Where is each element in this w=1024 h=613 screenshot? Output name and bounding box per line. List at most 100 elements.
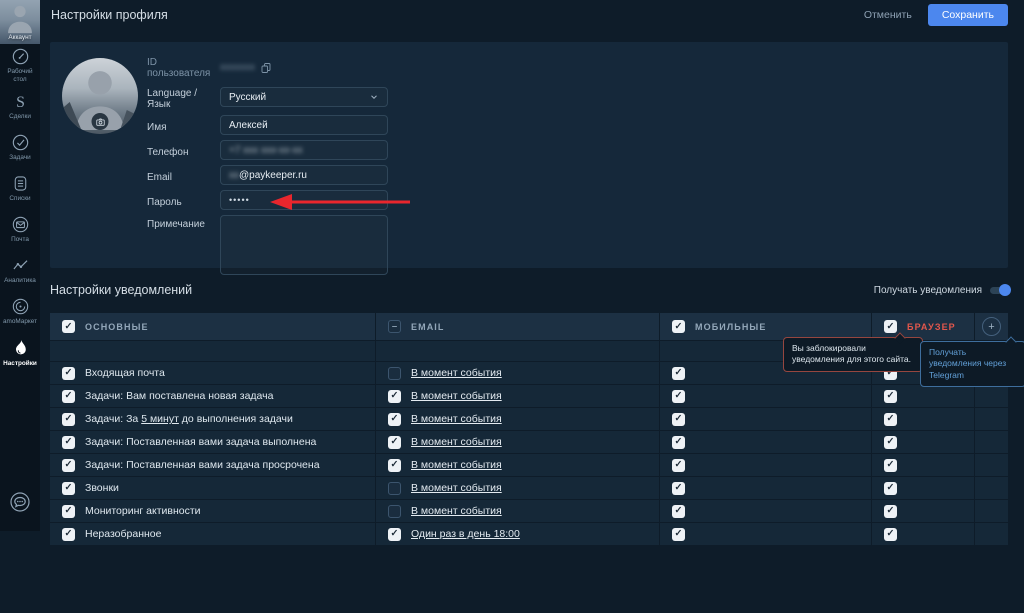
email-mode-link[interactable]: В момент события [411, 482, 502, 494]
sidebar-item-mail[interactable]: Почта [0, 209, 40, 249]
column-checkbox-main[interactable]: ✓ [62, 320, 75, 333]
email-mode-link[interactable]: В момент события [411, 413, 502, 425]
language-value: Русский [229, 92, 266, 103]
checkbox[interactable]: ✓ [388, 459, 401, 472]
checkbox[interactable] [388, 505, 401, 518]
support-chat-icon [8, 490, 32, 514]
form-row-phone: Телефон +7 xxx xxx-xx-xx [147, 140, 388, 160]
topbar: Настройки профиля Отменить Сохранить [40, 0, 1024, 30]
checkbox[interactable] [388, 367, 401, 380]
checkbox[interactable]: ✓ [672, 413, 685, 426]
table-row: ✓Мониторинг активностиВ момент события✓✓ [50, 500, 1008, 523]
save-button[interactable]: Сохранить [928, 4, 1008, 26]
row-label: Задачи: Поставленная вами задача просроч… [85, 459, 320, 471]
cancel-button[interactable]: Отменить [864, 9, 912, 21]
column-checkbox-email[interactable]: – [388, 320, 401, 333]
checkbox[interactable]: ✓ [62, 459, 75, 472]
checkbox[interactable]: ✓ [62, 505, 75, 518]
table-row: ✓Задачи: Поставленная вами задача выполн… [50, 431, 1008, 454]
email-mode-link[interactable]: Один раз в день 18:00 [411, 528, 520, 540]
checkbox[interactable]: ✓ [884, 413, 897, 426]
name-value: Алексей [229, 120, 268, 131]
checkbox[interactable]: ✓ [672, 367, 685, 380]
phone-input[interactable]: +7 xxx xxx-xx-xx [220, 140, 388, 160]
notifications-header: Настройки уведомлений Получать уведомлен… [50, 283, 1008, 297]
change-photo-button[interactable] [92, 113, 109, 130]
mail-icon [10, 214, 31, 235]
add-column-button[interactable]: + [982, 317, 1001, 336]
sidebar-item-account[interactable]: Аккаунт [0, 0, 40, 44]
email-mode-link[interactable]: В момент события [411, 390, 502, 402]
email-mode-link[interactable]: В момент события [411, 436, 502, 448]
copy-icon[interactable] [260, 62, 272, 74]
sidebar-item-tasks[interactable]: Задачи [0, 127, 40, 167]
checkbox[interactable]: ✓ [62, 390, 75, 403]
checkbox[interactable]: ✓ [672, 390, 685, 403]
note-textarea[interactable] [220, 215, 388, 275]
checkbox[interactable]: ✓ [884, 459, 897, 472]
checkbox[interactable]: ✓ [672, 528, 685, 541]
email-input[interactable]: xx @paykeeper.ru [220, 165, 388, 185]
checkbox[interactable]: ✓ [62, 482, 75, 495]
sidebar-item-settings[interactable]: Настройки [0, 332, 40, 372]
checkbox[interactable]: ✓ [388, 390, 401, 403]
column-checkbox-browser[interactable]: ✓ [884, 320, 897, 333]
checkbox[interactable]: ✓ [672, 505, 685, 518]
support-chat-button[interactable] [8, 490, 32, 519]
row-label: Звонки [85, 482, 119, 494]
checkbox[interactable]: ✓ [672, 459, 685, 472]
row-label: Входящая почта [85, 367, 165, 379]
email-mode-link[interactable]: В момент события [411, 367, 502, 379]
checkbox[interactable]: ✓ [388, 528, 401, 541]
table-row: ✓ Задачи: Вам поставлена новая задача ✓ В м… [50, 385, 1008, 408]
analytics-icon [10, 255, 31, 276]
sidebar-item-label: Аналитика [4, 277, 36, 285]
checkbox[interactable]: ✓ [672, 436, 685, 449]
sidebar-item-lists[interactable]: Списки [0, 168, 40, 208]
profile-panel: ID пользователя xxxxxxx Language / Язык … [50, 42, 1008, 268]
row-label-link[interactable]: 5 минут [141, 413, 179, 425]
row-label: Задачи: Вам поставлена новая задача [85, 390, 273, 402]
checkbox[interactable]: ✓ [62, 413, 75, 426]
checkbox[interactable]: ✓ [388, 413, 401, 426]
sidebar-item-deals[interactable]: S Сделки [0, 86, 40, 126]
checkbox[interactable]: ✓ [672, 482, 685, 495]
form-row-note: Примечание [147, 215, 388, 275]
notifications-title: Настройки уведомлений [50, 283, 192, 297]
checkbox[interactable]: ✓ [884, 390, 897, 403]
notification-rows: ✓Входящая почтаВ момент события✓✓✓Задачи… [50, 362, 1008, 546]
checkbox[interactable]: ✓ [884, 482, 897, 495]
checkbox[interactable]: ✓ [62, 436, 75, 449]
main-area: Настройки профиля Отменить Сохранить ID … [40, 0, 1024, 531]
dashboard-gauge-icon [10, 46, 31, 67]
user-id-value: xxxxxxx [220, 62, 255, 73]
email-mode-link[interactable]: В момент события [411, 505, 502, 517]
notifications-toggle[interactable] [990, 287, 1008, 294]
language-select[interactable]: Русский [220, 87, 388, 107]
checkbox[interactable]: ✓ [884, 505, 897, 518]
checkbox[interactable]: ✓ [884, 528, 897, 541]
checkbox[interactable]: ✓ [62, 367, 75, 380]
tooltip-text: Вы заблокировали уведомления для этого с… [792, 343, 911, 364]
email-label: Email [147, 168, 220, 183]
phone-label: Телефон [147, 143, 220, 158]
deals-s-icon: S [10, 91, 31, 112]
checkbox[interactable] [388, 482, 401, 495]
name-input[interactable]: Алексей [220, 115, 388, 135]
checkbox[interactable]: ✓ [62, 528, 75, 541]
tooltip-text: Получать уведомления через Telegram [929, 347, 1006, 380]
sidebar: Аккаунт Рабочий стол S Сделки Задачи Спи… [0, 0, 40, 531]
form-row-language: Language / Язык Русский [147, 84, 388, 110]
sidebar-item-label: Задачи [9, 154, 30, 162]
sidebar-item-analytics[interactable]: Аналитика [0, 250, 40, 290]
password-input[interactable]: ••••• [220, 190, 388, 210]
checkbox[interactable]: ✓ [388, 436, 401, 449]
email-mode-link[interactable]: В момент события [411, 459, 502, 471]
sidebar-item-amomarket[interactable]: amoМаркет [0, 291, 40, 331]
sidebar-item-label: Аккаунт [0, 34, 40, 42]
sidebar-item-label: Сделки [9, 113, 31, 121]
checkbox[interactable]: ✓ [884, 436, 897, 449]
sidebar-item-desktop[interactable]: Рабочий стол [0, 45, 40, 85]
avatar[interactable] [62, 58, 138, 134]
column-checkbox-mobile[interactable]: ✓ [672, 320, 685, 333]
